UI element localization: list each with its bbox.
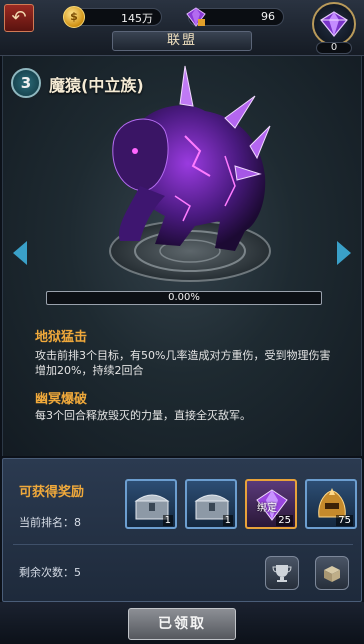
boss-name: 魔猿(中立族) [49, 76, 144, 95]
boss-rank-badge: 3 [11, 68, 41, 98]
reward-slot-2[interactable]: 1 [185, 479, 237, 529]
reward-box-button[interactable] [315, 556, 349, 590]
diamond-count: 0 [316, 42, 352, 54]
gold-coin-icon: $ [63, 6, 85, 28]
prev-boss-arrow-icon[interactable] [13, 241, 27, 265]
skill-2-desc: 每3个回合释放毁灭的力量，直接全灭敌军。 [35, 409, 251, 422]
claim-button[interactable]: 已领取 [128, 608, 236, 640]
reward-slot-4[interactable]: 75 [305, 479, 357, 529]
ranking-button[interactable] [265, 556, 299, 590]
reward-panel: 可获得奖励 当前排名：8 1 1 绑定 25 75 剩余次数：5 [2, 458, 362, 602]
reward-qty: 75 [336, 515, 353, 526]
current-rank: 当前排名：8 [19, 516, 81, 529]
back-arrow-icon: ↶ [11, 7, 27, 28]
diamond-widget[interactable]: 0 [306, 2, 362, 56]
reward-slot-1[interactable]: 1 [125, 479, 177, 529]
diamond-frame [312, 2, 356, 46]
trophy-icon [272, 565, 292, 582]
page-title: 联盟 [112, 31, 252, 51]
bound-tag: 绑定 [257, 503, 277, 514]
skill-2-title: 幽冥爆破 [35, 392, 88, 407]
progress-label: 0.00% [168, 292, 200, 303]
box-icon [324, 566, 340, 582]
gold-counter: $ 145万 [63, 6, 162, 28]
bottom-bar: 已领取 [0, 602, 364, 644]
back-button[interactable]: ↶ [4, 4, 34, 32]
reward-slot-3[interactable]: 绑定 25 [245, 479, 297, 529]
boss-panel: 3 魔猿(中立族) 0.00% 地狱猛击 攻击前排3个目标，有50%几率造成对方… [2, 56, 362, 456]
remaining-attempts: 剩余次数：5 [19, 566, 81, 579]
boss-progress-bar: 0.00% [46, 291, 322, 305]
diamond-icon [320, 11, 348, 37]
reward-qty: 25 [276, 515, 293, 526]
reward-qty: 1 [222, 515, 233, 526]
reward-title: 可获得奖励 [19, 485, 85, 500]
next-boss-arrow-icon[interactable] [337, 241, 351, 265]
reward-qty: 1 [162, 515, 173, 526]
top-bar: ↶ $ 145万 96 联盟 0 [0, 0, 364, 56]
reward-divider [13, 544, 353, 545]
gem-value: 96 [261, 10, 275, 23]
purple-gem-icon [185, 6, 207, 28]
skill-1-desc: 攻击前排3个目标，有50%几率造成对方重伤，受到物理伤害增加20%，持续2回合 [35, 349, 331, 377]
gold-value: 145万 [121, 12, 153, 25]
skill-1-title: 地狱猛击 [35, 330, 88, 345]
gem-counter: 96 [185, 6, 284, 28]
